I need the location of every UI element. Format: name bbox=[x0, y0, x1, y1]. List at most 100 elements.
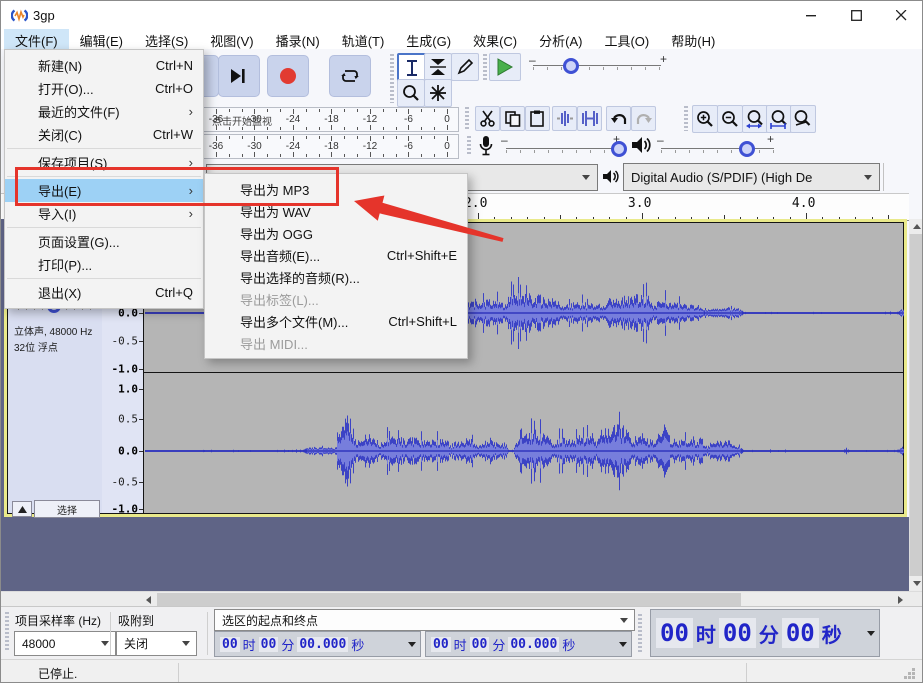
vertical-scroll-thumb[interactable] bbox=[910, 234, 922, 576]
time-digits[interactable]: 00 bbox=[258, 636, 279, 652]
export-submenu-item[interactable]: 导出 MIDI... bbox=[205, 332, 467, 354]
zoom-toggle-button[interactable] bbox=[790, 105, 816, 133]
export-submenu-item[interactable]: 导出多个文件(M)... Ctrl+Shift+L bbox=[205, 310, 467, 332]
time-unit[interactable]: 分 bbox=[490, 635, 507, 654]
selection-mode-dropdown[interactable]: 选区的起点和终点 bbox=[214, 609, 635, 631]
zoom-selection-button[interactable] bbox=[742, 105, 768, 133]
close-button[interactable] bbox=[879, 1, 922, 29]
cut-button[interactable] bbox=[475, 106, 500, 131]
collapse-track-button[interactable] bbox=[12, 501, 32, 517]
menubar-item-6[interactable]: 轨道(T) bbox=[331, 29, 396, 49]
time-digits[interactable]: 00.000 bbox=[508, 636, 560, 652]
recording-volume-thumb[interactable] bbox=[611, 141, 627, 157]
minimize-button[interactable] bbox=[789, 1, 834, 29]
playback-device-dropdown[interactable]: Digital Audio (S/PDIF) (High De bbox=[623, 163, 880, 191]
time-unit[interactable]: 分 bbox=[757, 619, 781, 648]
menubar-item-10[interactable]: 工具(O) bbox=[593, 29, 660, 49]
file-menu-item[interactable]: 最近的文件(F) › bbox=[5, 100, 203, 123]
edit-toolbar-grip[interactable] bbox=[465, 107, 469, 129]
time-toolbar-grip[interactable] bbox=[638, 614, 642, 654]
silence-audio-button[interactable] bbox=[577, 106, 602, 131]
trim-audio-button[interactable] bbox=[552, 106, 577, 131]
play-speed-slider-thumb[interactable] bbox=[563, 58, 579, 74]
zoom-toolbar-grip[interactable] bbox=[684, 106, 688, 131]
time-digits[interactable]: 00 bbox=[718, 618, 756, 648]
file-menu-item[interactable]: 打印(P)... bbox=[5, 253, 203, 276]
recording-volume-slider[interactable] bbox=[506, 148, 623, 149]
zoom-in-button[interactable] bbox=[692, 105, 718, 133]
scroll-down-button[interactable] bbox=[909, 576, 922, 591]
file-menu-item[interactable]: 打开(O)... Ctrl+O bbox=[5, 77, 203, 100]
horizontal-scroll-thumb[interactable] bbox=[157, 593, 741, 606]
export-submenu-item[interactable]: 导出标签(L)... bbox=[205, 288, 467, 310]
time-format-spinner[interactable] bbox=[619, 641, 627, 647]
file-menu-item[interactable]: 退出(X) Ctrl+Q bbox=[5, 281, 203, 304]
export-submenu-item[interactable]: 导出音频(E)... Ctrl+Shift+E bbox=[205, 244, 467, 266]
play-speed-grip[interactable] bbox=[483, 54, 487, 80]
loop-button[interactable] bbox=[329, 55, 371, 97]
menubar-item-3[interactable]: 选择(S) bbox=[134, 29, 199, 49]
menubar-item-11[interactable]: 帮助(H) bbox=[660, 29, 726, 49]
time-digits[interactable]: 00 bbox=[656, 618, 693, 648]
scroll-left-button[interactable] bbox=[141, 592, 156, 607]
time-digits[interactable]: 00 bbox=[781, 618, 819, 648]
zoom-out-button[interactable] bbox=[717, 105, 743, 133]
selection-end-field[interactable]: 00 时 00 分 00.000 秒 bbox=[425, 631, 632, 657]
selection-toolbar-grip[interactable] bbox=[5, 612, 9, 652]
redo-button[interactable] bbox=[631, 106, 656, 131]
snap-to-dropdown[interactable]: 关闭 bbox=[116, 631, 197, 656]
time-digits[interactable]: 00.000 bbox=[297, 636, 349, 652]
play-at-speed-button[interactable] bbox=[489, 53, 521, 81]
copy-button[interactable] bbox=[500, 106, 525, 131]
time-unit[interactable]: 秒 bbox=[349, 635, 366, 654]
audio-position-field[interactable]: 00 时 00 分 00 秒 bbox=[650, 609, 880, 657]
menubar-item-1[interactable]: 文件(F) bbox=[4, 29, 69, 49]
mixer-grip[interactable] bbox=[467, 136, 471, 156]
draw-tool-button[interactable] bbox=[451, 53, 479, 81]
menubar-item-2[interactable]: 编辑(E) bbox=[69, 29, 134, 49]
time-format-spinner[interactable] bbox=[867, 630, 875, 636]
recording-meter[interactable]: 点击开始监视 -36 -30 -24 -18 -12 -6 0 bbox=[197, 107, 459, 132]
time-unit[interactable]: 秒 bbox=[560, 635, 577, 654]
scroll-up-button[interactable] bbox=[909, 219, 922, 234]
project-rate-dropdown[interactable]: 48000 bbox=[14, 631, 116, 656]
file-menu-item[interactable]: 关闭(C) Ctrl+W bbox=[5, 123, 203, 146]
envelope-tool-button[interactable] bbox=[424, 53, 452, 81]
playback-volume-thumb[interactable] bbox=[739, 141, 755, 157]
horizontal-scrollbar[interactable] bbox=[1, 591, 922, 607]
maximize-button[interactable] bbox=[834, 1, 879, 29]
export-submenu-item[interactable]: 导出为 OGG bbox=[205, 222, 467, 244]
time-unit[interactable]: 时 bbox=[694, 619, 718, 648]
menubar-item-9[interactable]: 分析(A) bbox=[528, 29, 593, 49]
time-digits[interactable]: 00 bbox=[220, 636, 240, 652]
undo-button[interactable] bbox=[606, 106, 631, 131]
record-button[interactable] bbox=[267, 55, 309, 97]
time-unit[interactable]: 时 bbox=[241, 635, 258, 654]
file-menu-item[interactable]: 页面设置(G)... bbox=[5, 230, 203, 253]
paste-button[interactable] bbox=[525, 106, 550, 131]
time-format-spinner[interactable] bbox=[408, 641, 416, 647]
track-select-button[interactable]: 选择 bbox=[34, 500, 100, 518]
playback-meter[interactable]: -36 -30 -24 -18 -12 -6 0 bbox=[197, 134, 459, 159]
skip-to-end-button[interactable] bbox=[218, 55, 260, 97]
playback-volume-slider[interactable] bbox=[661, 148, 774, 149]
tools-toolbar-grip[interactable] bbox=[390, 54, 394, 103]
scroll-right-button[interactable] bbox=[893, 592, 908, 607]
menubar-item-8[interactable]: 效果(C) bbox=[462, 29, 528, 49]
multi-tool-button[interactable] bbox=[424, 79, 452, 107]
zoom-tool-button[interactable] bbox=[397, 79, 425, 107]
menubar-item-7[interactable]: 生成(G) bbox=[395, 29, 462, 49]
time-unit[interactable]: 秒 bbox=[820, 619, 844, 648]
time-unit[interactable]: 时 bbox=[452, 635, 469, 654]
export-submenu-item[interactable]: 导出选择的音频(R)... bbox=[205, 266, 467, 288]
selection-start-field[interactable]: 00 时 00 分 00.000 秒 bbox=[214, 631, 421, 657]
zoom-fit-button[interactable] bbox=[766, 105, 792, 133]
time-digits[interactable]: 00 bbox=[431, 636, 451, 652]
resize-grip-icon[interactable] bbox=[904, 668, 916, 680]
menubar-item-5[interactable]: 播录(N) bbox=[265, 29, 331, 49]
play-speed-slider[interactable] bbox=[533, 65, 661, 66]
time-unit[interactable]: 分 bbox=[279, 635, 296, 654]
vertical-scrollbar[interactable] bbox=[909, 219, 922, 591]
file-menu-item[interactable]: 新建(N) Ctrl+N bbox=[5, 54, 203, 77]
time-digits[interactable]: 00 bbox=[469, 636, 490, 652]
